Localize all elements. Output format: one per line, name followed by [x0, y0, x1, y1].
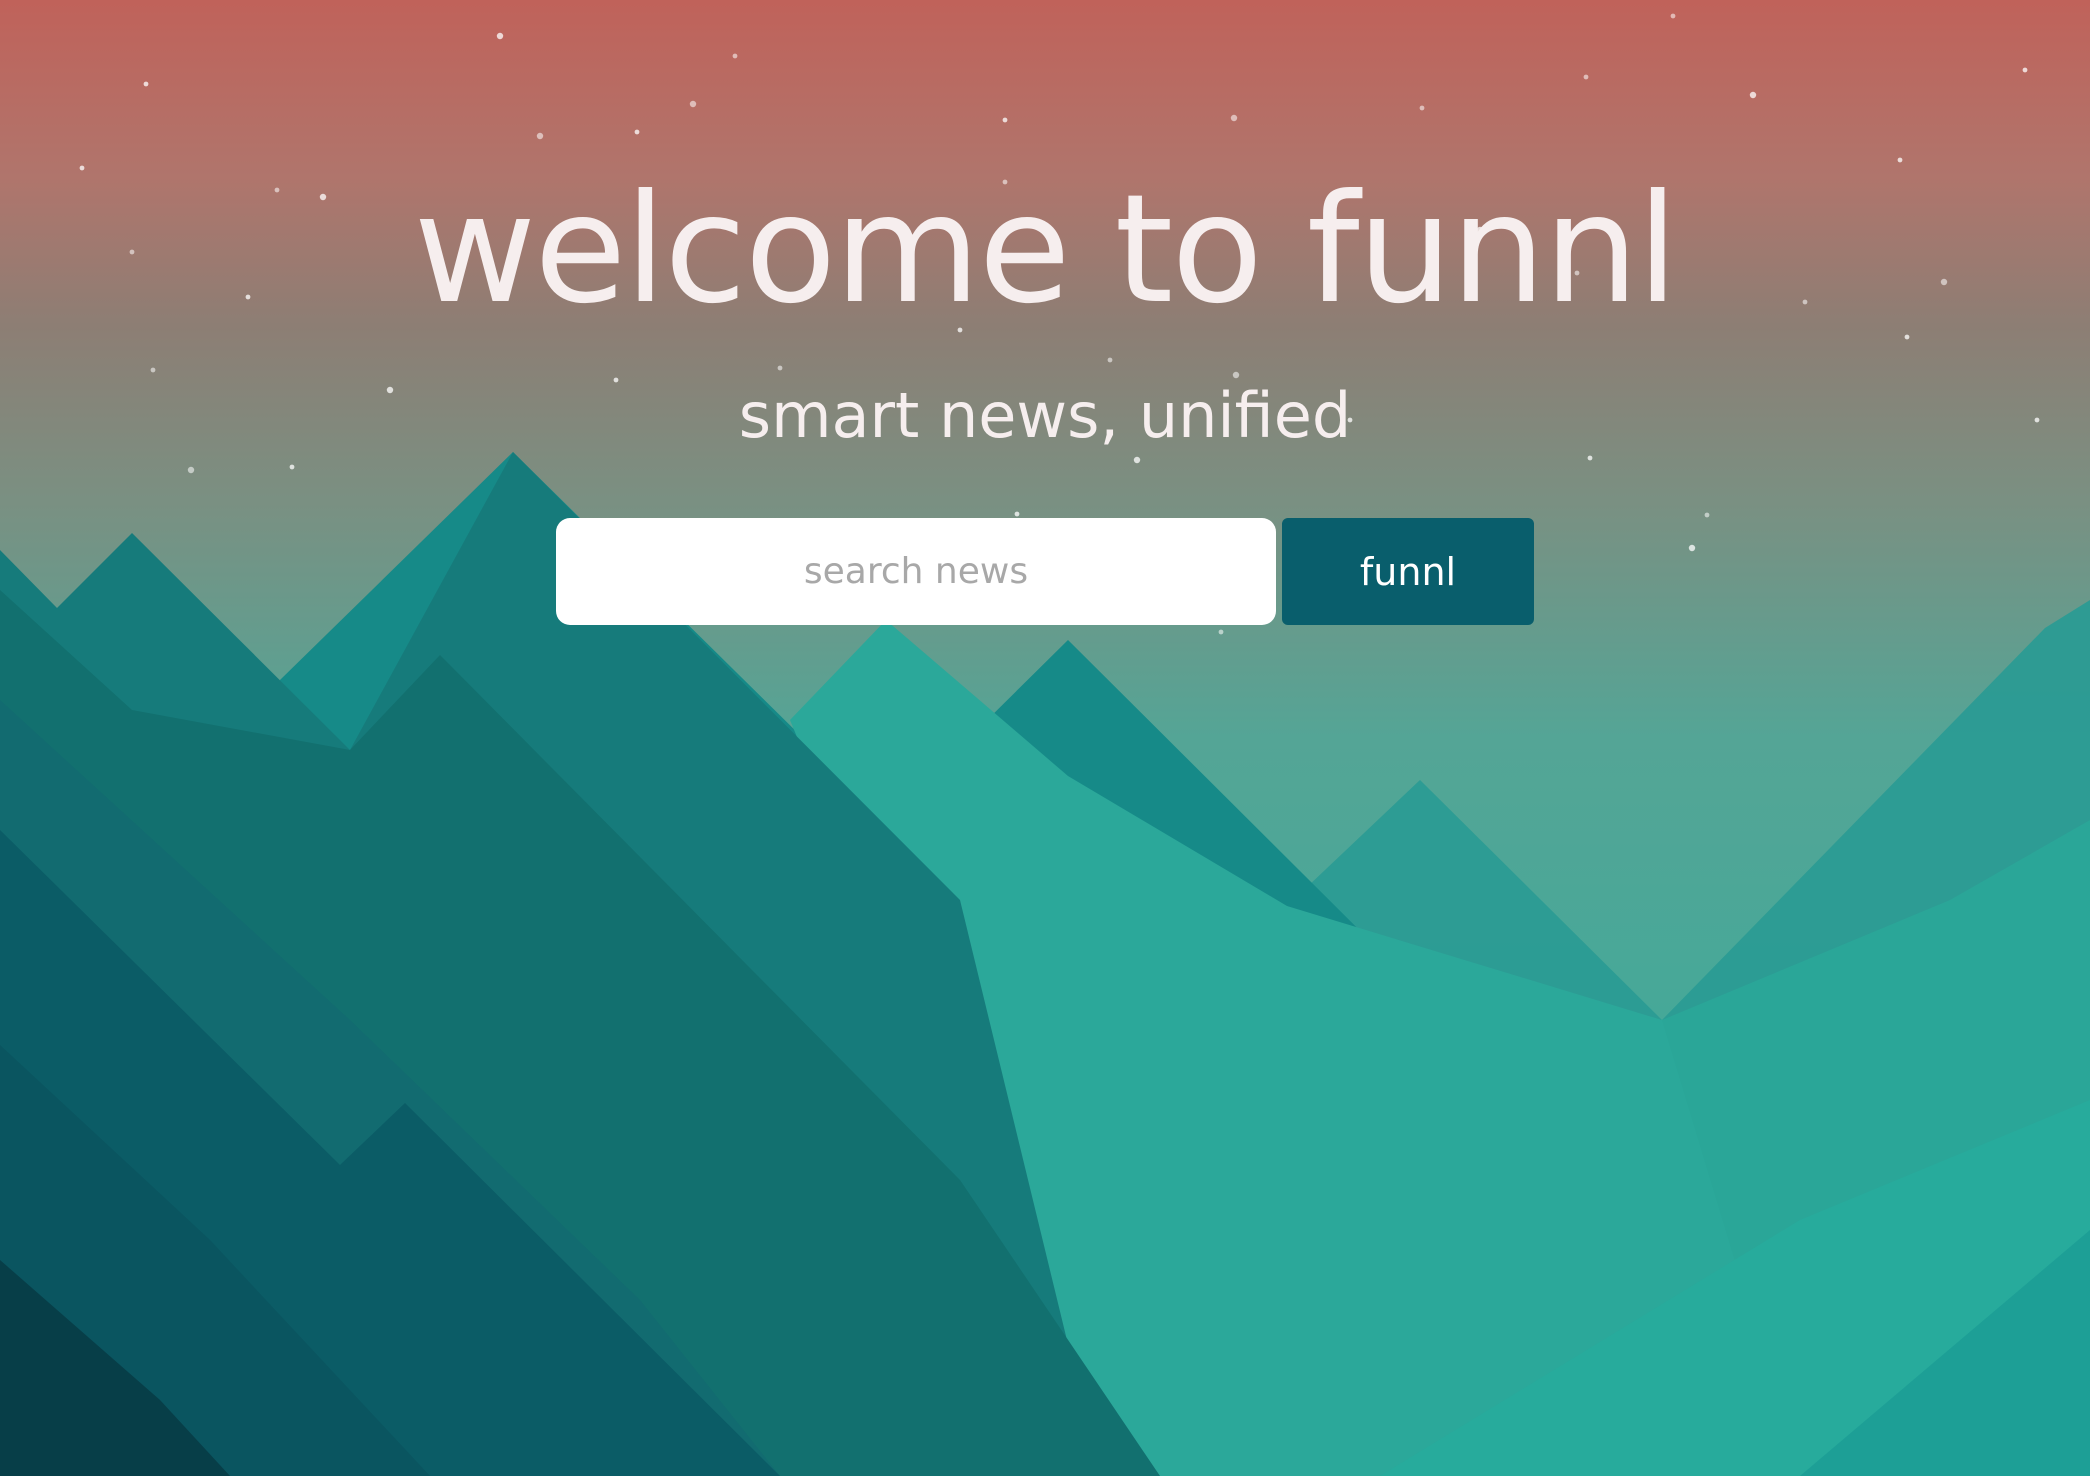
search-input[interactable]	[556, 518, 1276, 625]
funnl-button[interactable]: funnl	[1282, 518, 1534, 625]
hero: welcome to funnl smart news, unified fun…	[0, 0, 2090, 1476]
page-title: welcome to funnl	[413, 163, 1679, 337]
page-subtitle: smart news, unified	[738, 379, 1352, 452]
